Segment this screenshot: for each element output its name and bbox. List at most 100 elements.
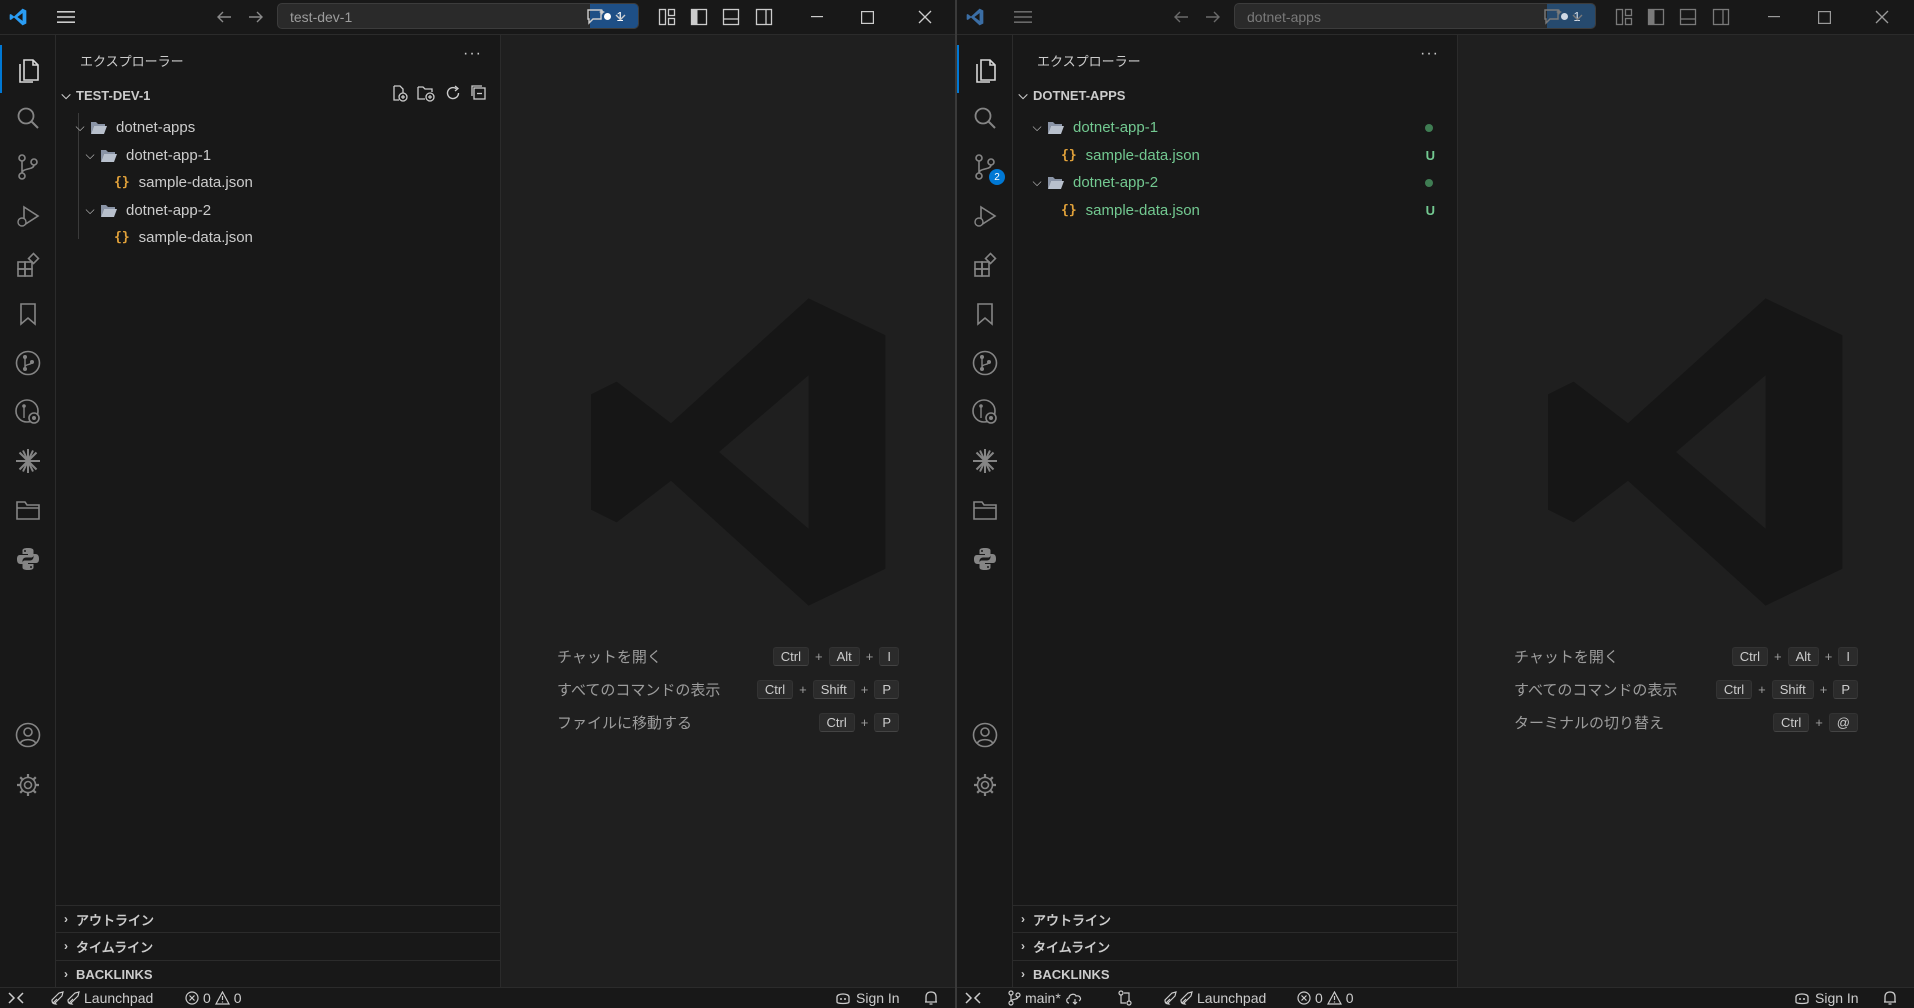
git-compare-icon[interactable] (1117, 988, 1133, 1008)
key: Ctrl (756, 679, 794, 699)
tree-folder-dotnet-app-1[interactable]: ⌵ dotnet-app-1 (1013, 114, 1457, 141)
outline-section[interactable]: › アウトライン (1013, 905, 1457, 932)
search-icon[interactable] (0, 94, 55, 142)
key: Alt (828, 646, 860, 666)
extensions-icon[interactable] (957, 241, 1012, 289)
toggle-secondary-sidebar-icon[interactable] (1708, 0, 1734, 34)
back-arrow-icon[interactable] (212, 0, 236, 34)
backlinks-section[interactable]: › BACKLINKS (56, 960, 500, 987)
toggle-primary-sidebar-icon[interactable] (1643, 0, 1669, 34)
chevron-down-icon: ⌵ (61, 87, 71, 102)
toggle-panel-icon[interactable] (1675, 0, 1701, 34)
backlinks-section[interactable]: › BACKLINKS (1013, 960, 1457, 987)
tree-folder-dotnet-app-2[interactable]: ⌵ dotnet-app-2 (56, 197, 500, 224)
key: Ctrl (1731, 646, 1769, 666)
sidebar-title: エクスプローラー (1037, 54, 1141, 69)
git-graph-icon[interactable] (957, 339, 1012, 387)
json-file-icon: {} (114, 175, 130, 190)
minimize-icon[interactable] (1751, 0, 1797, 34)
back-arrow-icon[interactable] (1169, 0, 1193, 34)
tree-file-sample-data-2[interactable]: {} sample-data.json U (1013, 197, 1457, 224)
new-folder-icon[interactable] (416, 84, 436, 102)
gitlens-inspect-icon[interactable] (957, 388, 1012, 436)
tree-folder-dotnet-app-1[interactable]: ⌵ dotnet-app-1 (56, 142, 500, 169)
shortcut-label: チャットを開く (557, 648, 662, 666)
forward-arrow-icon[interactable] (244, 0, 268, 34)
collapse-all-icon[interactable] (470, 84, 488, 102)
problems-status[interactable]: 0 0 (1297, 988, 1354, 1008)
tree-file-sample-data-1[interactable]: {} sample-data.json U (1013, 142, 1457, 169)
tree-folder-dotnet-app-2[interactable]: ⌵ dotnet-app-2 (1013, 169, 1457, 196)
project-manager-folder-icon[interactable] (0, 486, 55, 534)
run-debug-icon[interactable] (957, 192, 1012, 240)
remote-indicator-icon[interactable] (965, 988, 981, 1008)
copilot-chat-icon[interactable] (582, 0, 610, 34)
bookmark-icon[interactable] (0, 290, 55, 338)
explorer-icon[interactable] (0, 45, 55, 93)
run-debug-icon[interactable] (0, 192, 55, 240)
bookmark-icon[interactable] (957, 290, 1012, 338)
tree-folder-dotnet-apps[interactable]: ⌵ dotnet-apps (56, 114, 500, 141)
account-icon[interactable] (0, 711, 55, 759)
minimize-icon[interactable] (794, 0, 840, 34)
customize-layout-icon[interactable] (1611, 0, 1637, 34)
python-icon[interactable] (0, 535, 55, 583)
workspace-root-header[interactable]: ⌵ DOTNET-APPS (1013, 84, 1457, 106)
python-icon[interactable] (957, 535, 1012, 583)
more-actions-icon[interactable]: ··· (1420, 45, 1439, 63)
notifications-bell-icon[interactable] (1883, 988, 1897, 1008)
shortcut-label: ファイルに移動する (557, 714, 693, 732)
project-manager-folder-icon[interactable] (957, 486, 1012, 534)
launchpad-status[interactable]: Launchpad (1163, 988, 1266, 1008)
more-actions-icon[interactable]: ··· (463, 45, 482, 63)
source-control-icon[interactable] (0, 143, 55, 191)
maximize-icon[interactable] (1801, 0, 1847, 34)
toggle-panel-icon[interactable] (718, 0, 744, 34)
customize-layout-icon[interactable] (654, 0, 680, 34)
refresh-icon[interactable] (444, 84, 462, 102)
folder-open-icon (101, 149, 117, 162)
sign-in-status[interactable]: Sign In (834, 988, 900, 1008)
settings-gear-icon[interactable] (0, 761, 55, 809)
tree-item-label: dotnet-app-2 (126, 202, 212, 219)
source-control-icon[interactable]: 2 (957, 143, 1012, 191)
problems-status[interactable]: 0 0 (185, 988, 242, 1008)
git-graph-icon[interactable] (0, 339, 55, 387)
timeline-section[interactable]: › タイムライン (1013, 932, 1457, 959)
gitlens-inspect-icon[interactable] (0, 388, 55, 436)
branch-status[interactable]: main* (1007, 988, 1083, 1008)
outline-section[interactable]: › アウトライン (56, 905, 500, 932)
tree-file-sample-data-1[interactable]: {} sample-data.json (56, 169, 500, 196)
chevron-down-icon[interactable] (1569, 0, 1585, 34)
toggle-primary-sidebar-icon[interactable] (686, 0, 712, 34)
sparkle-ai-icon[interactable] (0, 437, 55, 485)
new-file-icon[interactable] (390, 84, 408, 102)
extensions-icon[interactable] (0, 241, 55, 289)
maximize-icon[interactable] (844, 0, 890, 34)
account-icon[interactable] (957, 711, 1012, 759)
explorer-icon[interactable] (957, 45, 1012, 93)
close-icon[interactable] (1859, 0, 1905, 34)
error-icon (185, 991, 199, 1005)
sign-in-status[interactable]: Sign In (1793, 988, 1859, 1008)
settings-gear-icon[interactable] (957, 761, 1012, 809)
forward-arrow-icon[interactable] (1201, 0, 1225, 34)
timeline-section[interactable]: › タイムライン (56, 932, 500, 959)
search-icon[interactable] (957, 94, 1012, 142)
launchpad-status[interactable]: Launchpad (50, 988, 153, 1008)
workspace-root-header[interactable]: ⌵ TEST-DEV-1 (56, 84, 500, 106)
sparkle-ai-icon[interactable] (957, 437, 1012, 485)
plus: + (799, 681, 807, 697)
menu-icon[interactable] (1009, 0, 1037, 34)
plus: + (1758, 681, 1766, 697)
status-bar: main* Launchpad 0 0 Sign In (957, 987, 1914, 1008)
tree-file-sample-data-2[interactable]: {} sample-data.json (56, 224, 500, 251)
workspace-root-label: TEST-DEV-1 (76, 87, 151, 103)
toggle-secondary-sidebar-icon[interactable] (751, 0, 777, 34)
notifications-bell-icon[interactable] (924, 988, 938, 1008)
close-icon[interactable] (902, 0, 948, 34)
chevron-down-icon[interactable] (612, 0, 628, 34)
remote-indicator-icon[interactable] (8, 988, 24, 1008)
copilot-chat-icon[interactable] (1539, 0, 1567, 34)
menu-icon[interactable] (52, 0, 80, 34)
